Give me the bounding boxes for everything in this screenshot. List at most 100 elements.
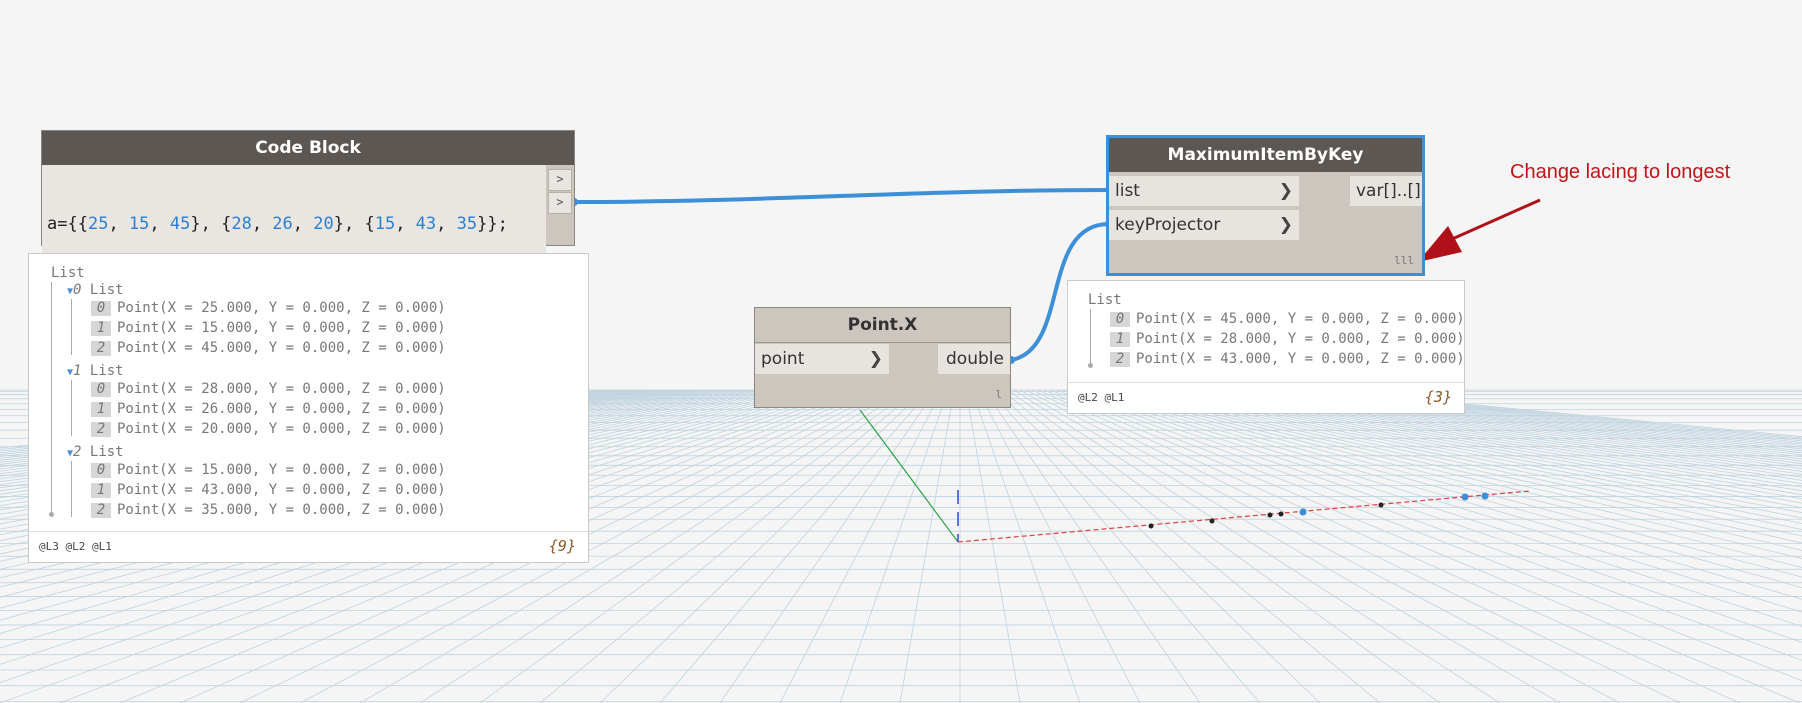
code-number: 43: [415, 214, 437, 234]
code-block-preview[interactable]: List ▼0 List 0 Point(X = 25.000, Y = 0.000…: [28, 253, 589, 563]
geometry-point[interactable]: [1378, 502, 1384, 508]
list-item[interactable]: 2 Point(X = 43.000, Y = 0.000, Z = 0.000): [1110, 351, 1465, 368]
list-item[interactable]: 0 Point(X = 28.000, Y = 0.000, Z = 0.000): [91, 381, 446, 398]
item-index: 2: [91, 341, 111, 356]
preview-root-label: List: [1088, 292, 1122, 308]
sublist-header[interactable]: ▼0 List: [67, 282, 124, 300]
level-indicator[interactable]: @L2 @L1: [1078, 391, 1124, 404]
port-label: point: [761, 349, 805, 369]
item-index: 0: [1110, 312, 1130, 327]
node-title[interactable]: Point.X: [755, 308, 1010, 343]
tree-guide: [71, 299, 72, 355]
code-number: 20: [313, 214, 334, 234]
list-item[interactable]: 1 Point(X = 26.000, Y = 0.000, Z = 0.000): [91, 401, 446, 418]
code-number: 35: [456, 214, 478, 234]
chevron-right-icon: ❯: [868, 349, 883, 369]
input-port-list[interactable]: list ❯: [1109, 176, 1299, 206]
item-index: 0: [91, 382, 111, 397]
sublist-index: 1: [73, 363, 90, 379]
maximum-item-preview[interactable]: List 0 Point(X = 45.000, Y = 0.000, Z = 0…: [1067, 280, 1465, 414]
sublist-header[interactable]: ▼2 List: [67, 444, 124, 462]
geometry-point[interactable]: [1209, 518, 1215, 524]
item-value: Point(X = 28.000, Y = 0.000, Z = 0.000): [117, 381, 446, 397]
item-count: {9}: [548, 537, 576, 555]
port-label: double: [946, 349, 1004, 369]
preview-root-label: List: [51, 265, 85, 281]
list-item[interactable]: 0 Point(X = 45.000, Y = 0.000, Z = 0.000): [1110, 311, 1465, 328]
port-label: list: [1115, 181, 1140, 201]
output-port-double[interactable]: double: [938, 344, 1010, 374]
input-port-point[interactable]: point ❯: [755, 344, 889, 374]
code-text: }, {: [190, 214, 232, 234]
output-port-1[interactable]: >: [548, 169, 572, 191]
code-text: ,: [292, 214, 314, 234]
list-item[interactable]: 2 Point(X = 20.000, Y = 0.000, Z = 0.000): [91, 421, 446, 438]
geometry-point[interactable]: [1267, 512, 1273, 518]
item-value: Point(X = 45.000, Y = 0.000, Z = 0.000): [117, 340, 446, 356]
item-value: Point(X = 26.000, Y = 0.000, Z = 0.000): [117, 401, 446, 417]
geometry-point[interactable]: [1148, 523, 1154, 529]
preview-footer: @L3 @L2 @L1 {9}: [29, 531, 588, 562]
code-number: 15: [128, 214, 150, 234]
list-item[interactable]: 0 Point(X = 25.000, Y = 0.000, Z = 0.000): [91, 300, 446, 317]
point-x-node[interactable]: Point.X point ❯ double l: [754, 307, 1011, 408]
node-title[interactable]: Code Block: [42, 131, 574, 165]
list-item[interactable]: 0 Point(X = 15.000, Y = 0.000, Z = 0.000): [91, 462, 446, 479]
code-number: 15: [374, 214, 396, 234]
code-block-node[interactable]: Code Block a={{25, 15, 45}, {28, 26, 20}…: [41, 130, 575, 353]
code-text: a={{: [47, 214, 88, 234]
item-value: Point(X = 35.000, Y = 0.000, Z = 0.000): [117, 502, 446, 518]
item-value: Point(X = 25.000, Y = 0.000, Z = 0.000): [117, 300, 446, 316]
item-index: 1: [91, 402, 111, 417]
geometry-point[interactable]: [1461, 493, 1469, 501]
item-index: 1: [1110, 332, 1130, 347]
item-index: 1: [91, 483, 111, 498]
sublist-label: List: [89, 363, 124, 379]
node-title[interactable]: MaximumItemByKey: [1109, 138, 1422, 172]
preview-footer: @L2 @L1 {3}: [1068, 382, 1464, 413]
tree-guide: [51, 282, 52, 516]
code-text: ,: [149, 214, 170, 234]
item-value: Point(X = 43.000, Y = 0.000, Z = 0.000): [1136, 351, 1465, 367]
code-number: 26: [272, 214, 293, 234]
port-label: keyProjector: [1115, 215, 1221, 235]
maximum-item-by-key-node[interactable]: MaximumItemByKey list ❯ keyProjector ❯ v…: [1106, 135, 1425, 276]
annotation-text: Change lacing to longest: [1510, 161, 1731, 183]
item-value: Point(X = 28.000, Y = 0.000, Z = 0.000): [1136, 331, 1465, 347]
geometry-point[interactable]: [1278, 511, 1284, 517]
item-value: Point(X = 43.000, Y = 0.000, Z = 0.000): [117, 482, 446, 498]
item-value: Point(X = 15.000, Y = 0.000, Z = 0.000): [117, 462, 446, 478]
list-item[interactable]: 1 Point(X = 28.000, Y = 0.000, Z = 0.000): [1110, 331, 1465, 348]
code-number: 28: [231, 214, 252, 234]
list-item[interactable]: 2 Point(X = 35.000, Y = 0.000, Z = 0.000): [91, 502, 446, 519]
code-line-1: a={{25, 15, 45}, {28, 26, 20}, {15, 43, …: [47, 213, 541, 236]
geometry-point[interactable]: [1299, 508, 1307, 516]
tree-guide: [71, 461, 72, 517]
item-index: 0: [91, 301, 111, 316]
level-indicator[interactable]: @L3 @L2 @L1: [39, 540, 112, 553]
lacing-indicator[interactable]: l: [995, 388, 1002, 401]
sublist-header[interactable]: ▼1 List: [67, 363, 124, 381]
input-port-keyprojector[interactable]: keyProjector ❯: [1109, 210, 1299, 240]
sublist-label: List: [89, 444, 124, 460]
list-item[interactable]: 2 Point(X = 45.000, Y = 0.000, Z = 0.000): [91, 340, 446, 357]
chevron-right-icon: ❯: [1278, 215, 1293, 235]
port-label: var[]..[]: [1356, 181, 1421, 201]
sublist-index: 2: [73, 444, 90, 460]
code-text: ,: [395, 214, 416, 234]
list-item[interactable]: 1 Point(X = 15.000, Y = 0.000, Z = 0.000): [91, 320, 446, 337]
code-text: ,: [436, 214, 457, 234]
item-value: Point(X = 20.000, Y = 0.000, Z = 0.000): [117, 421, 446, 437]
output-port-2[interactable]: >: [548, 192, 572, 214]
item-value: Point(X = 15.000, Y = 0.000, Z = 0.000): [117, 320, 446, 336]
code-number: 25: [87, 214, 109, 234]
item-index: 1: [91, 321, 111, 336]
tree-end-dot: [49, 512, 54, 517]
output-port-var[interactable]: var[]..[]: [1350, 176, 1422, 206]
item-count: {3}: [1424, 388, 1452, 406]
geometry-point[interactable]: [1481, 492, 1489, 500]
list-item[interactable]: 1 Point(X = 43.000, Y = 0.000, Z = 0.000): [91, 482, 446, 499]
item-value: Point(X = 45.000, Y = 0.000, Z = 0.000): [1136, 311, 1465, 327]
lacing-indicator[interactable]: lll: [1394, 254, 1414, 267]
item-index: 0: [91, 463, 111, 478]
